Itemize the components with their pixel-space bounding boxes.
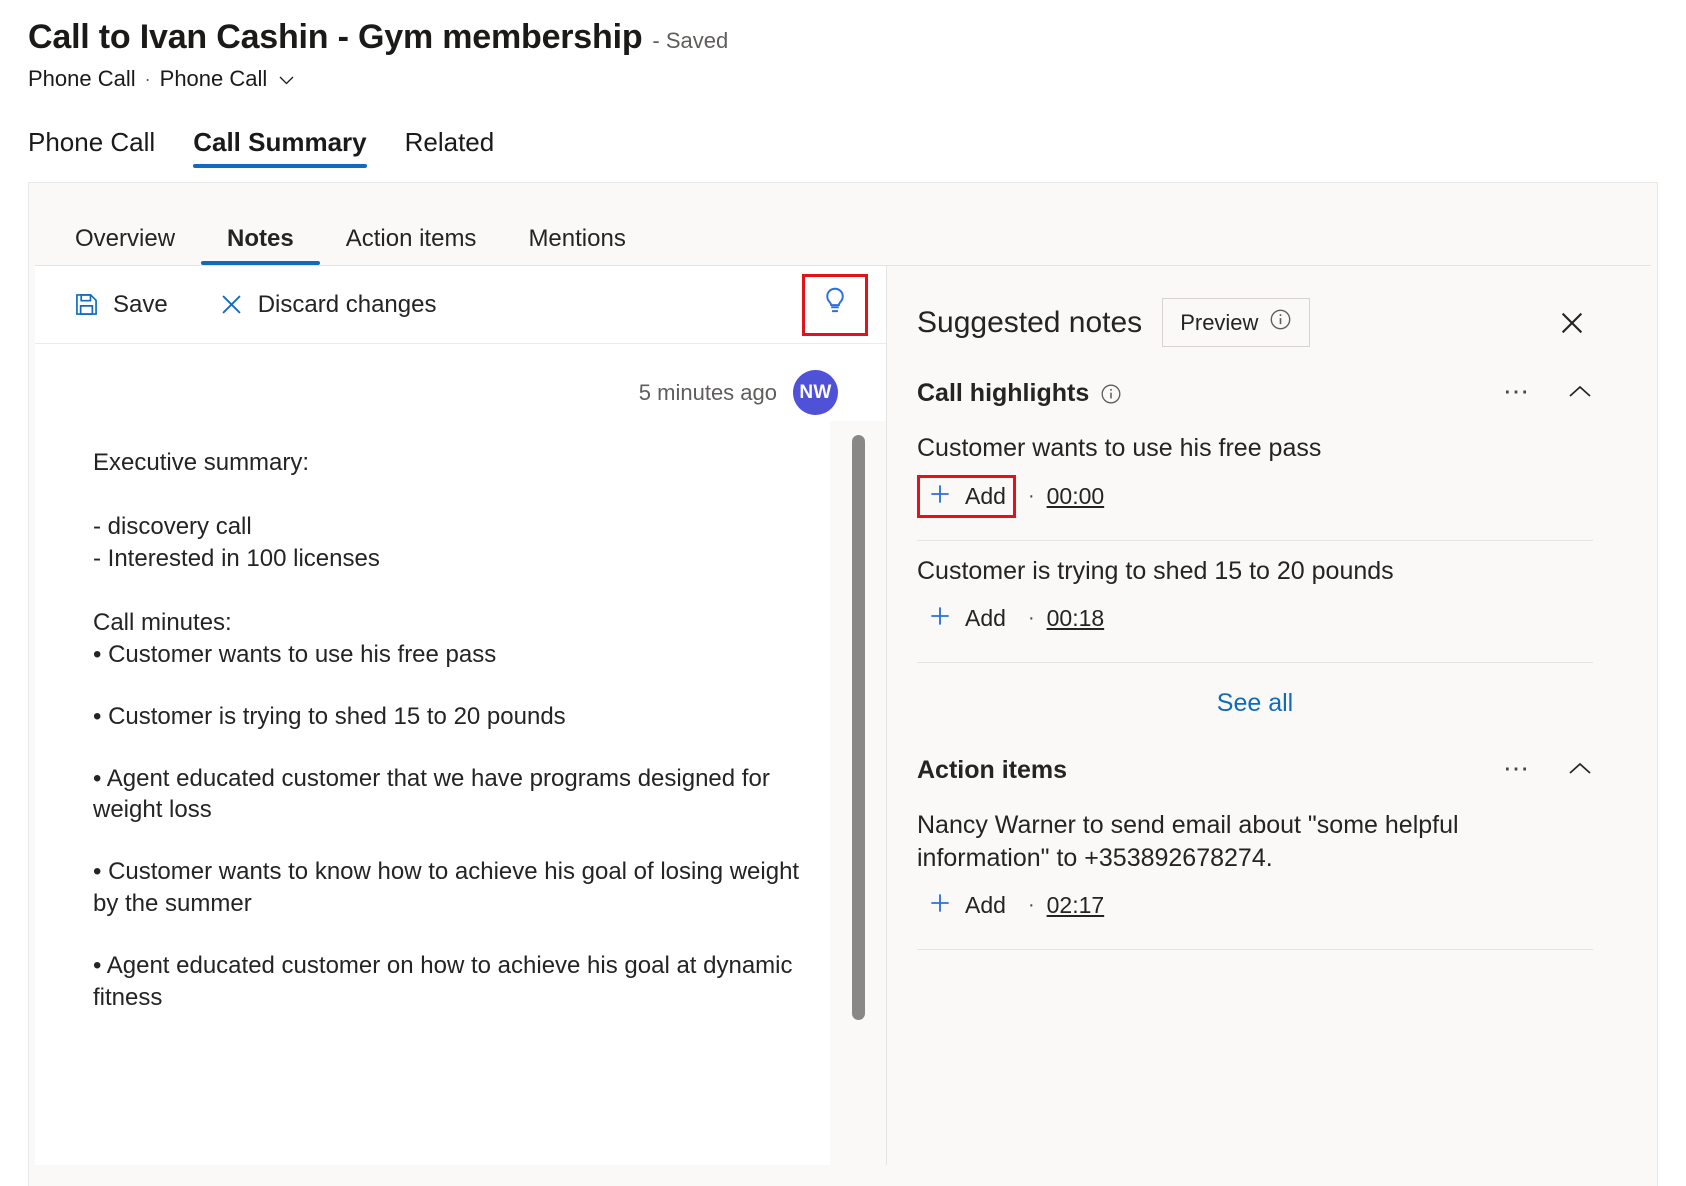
note-blank-line	[93, 479, 808, 511]
suggested-notes-title: Suggested notes	[917, 306, 1142, 340]
notes-pane: Save Discard changes	[35, 266, 887, 1165]
breadcrumb-entity: Phone Call	[28, 66, 136, 92]
timecode-link[interactable]: 02:17	[1047, 892, 1105, 919]
add-suggestion-button[interactable]: Add	[917, 884, 1016, 927]
note-line: • Agent educated customer that we have p…	[93, 763, 808, 827]
suggestion-item: Customer is trying to shed 15 to 20 poun…	[917, 541, 1651, 647]
suggestion-item: Nancy Warner to send email about "some h…	[917, 795, 1651, 933]
avatar: NW	[793, 370, 838, 415]
tab-phone-call[interactable]: Phone Call	[28, 129, 155, 168]
tab-notes[interactable]: Notes	[201, 227, 320, 265]
add-label: Add	[965, 605, 1006, 632]
note-meta: 5 minutes ago NW	[35, 344, 886, 421]
separator-dot: ·	[1028, 894, 1035, 917]
add-suggestion-button[interactable]: Add	[917, 475, 1016, 518]
note-line: Executive summary:	[93, 447, 808, 479]
notes-body-wrap: Executive summary: - discovery call - In…	[35, 421, 886, 1165]
plus-icon	[927, 603, 953, 634]
plus-icon	[927, 481, 953, 512]
note-line: • Customer wants to use his free pass	[93, 639, 808, 671]
tab-mentions[interactable]: Mentions	[502, 227, 651, 265]
save-button-label: Save	[113, 291, 168, 319]
suggested-notes-toggle-button[interactable]	[802, 274, 868, 336]
separator-dot: ·	[1028, 607, 1035, 630]
suggestion-text: Nancy Warner to send email about "some h…	[917, 809, 1587, 874]
save-status-label: - Saved	[652, 28, 728, 54]
tab-overview[interactable]: Overview	[49, 227, 201, 265]
record-header: Call to Ivan Cashin - Gym membership - S…	[0, 0, 1686, 92]
note-line: - discovery call	[93, 511, 808, 543]
notes-content-row: Save Discard changes	[35, 265, 1651, 1165]
breadcrumb-form: Phone Call	[160, 66, 268, 92]
suggestion-actions: Add · 02:17	[917, 884, 1587, 927]
suggestion-actions: Add · 00:00	[917, 475, 1587, 518]
timecode-link[interactable]: 00:18	[1047, 605, 1105, 632]
notes-scrollbar[interactable]	[830, 421, 886, 1165]
suggestion-actions: Add · 00:18	[917, 597, 1587, 640]
ellipsis-icon[interactable]: ⋯	[1503, 385, 1531, 398]
ellipsis-icon[interactable]: ⋯	[1503, 762, 1531, 775]
tab-call-summary[interactable]: Call Summary	[193, 129, 366, 168]
chevron-up-icon[interactable]	[1567, 384, 1593, 400]
notes-toolbar: Save Discard changes	[35, 266, 886, 344]
separator-dot: ·	[1028, 485, 1035, 508]
save-floppy-icon	[73, 291, 100, 318]
section-header-action-items: Action items ⋯	[917, 742, 1651, 795]
discard-changes-button[interactable]: Discard changes	[202, 283, 453, 327]
section-title: Action items	[917, 756, 1067, 785]
suggestion-text: Customer is trying to shed 15 to 20 poun…	[917, 555, 1587, 588]
note-line: • Customer wants to know how to achieve …	[93, 856, 808, 920]
call-summary-tab-list: Overview Notes Action items Mentions	[29, 183, 1657, 265]
see-all-row: See all	[917, 663, 1651, 742]
divider	[917, 949, 1593, 950]
note-blank-line	[93, 671, 808, 701]
breadcrumb-separator: ·	[145, 69, 151, 90]
close-x-icon	[218, 291, 245, 318]
note-blank-line	[93, 826, 808, 856]
note-blank-line	[93, 575, 808, 607]
suggested-notes-panel: Suggested notes Preview	[887, 266, 1651, 1165]
section-title: Call highlights	[917, 379, 1089, 408]
plus-icon	[927, 890, 953, 921]
chevron-down-icon[interactable]	[278, 69, 295, 86]
call-summary-card: Overview Notes Action items Mentions Sav…	[28, 182, 1658, 1186]
note-line: • Agent educated customer on how to achi…	[93, 950, 808, 1014]
note-timestamp: 5 minutes ago	[639, 380, 777, 406]
note-line: • Customer is trying to shed 15 to 20 po…	[93, 701, 808, 733]
see-all-link[interactable]: See all	[1217, 689, 1293, 718]
suggestion-item: Customer wants to use his free pass Add …	[917, 418, 1651, 524]
note-blank-line	[93, 733, 808, 763]
info-circle-icon[interactable]	[1100, 383, 1122, 405]
note-blank-line	[93, 920, 808, 950]
lightbulb-icon	[820, 286, 850, 323]
notes-text-editor[interactable]: Executive summary: - discovery call - In…	[35, 421, 830, 1165]
suggestion-text: Customer wants to use his free pass	[917, 432, 1587, 465]
scrollbar-track[interactable]	[850, 435, 866, 1020]
close-panel-button[interactable]	[1557, 308, 1587, 338]
add-label: Add	[965, 483, 1006, 510]
section-actions: ⋯	[1503, 761, 1593, 777]
discard-changes-label: Discard changes	[258, 291, 437, 319]
form-tab-list: Phone Call Call Summary Related	[0, 92, 1686, 168]
page-title: Call to Ivan Cashin - Gym membership	[28, 18, 642, 57]
record-title-line: Call to Ivan Cashin - Gym membership - S…	[28, 18, 1686, 57]
add-label: Add	[965, 892, 1006, 919]
section-actions: ⋯	[1503, 384, 1593, 400]
section-header-call-highlights: Call highlights ⋯	[917, 365, 1651, 418]
preview-label: Preview	[1180, 310, 1258, 336]
timecode-link[interactable]: 00:00	[1047, 483, 1105, 510]
add-suggestion-button[interactable]: Add	[917, 597, 1016, 640]
record-breadcrumb: Phone Call · Phone Call	[28, 66, 1686, 92]
info-circle-icon[interactable]	[1269, 308, 1292, 337]
tab-related[interactable]: Related	[405, 129, 495, 168]
note-line: Call minutes:	[93, 607, 808, 639]
suggested-notes-header: Suggested notes Preview	[917, 266, 1651, 365]
note-line: - Interested in 100 licenses	[93, 543, 808, 575]
tab-action-items[interactable]: Action items	[320, 227, 503, 265]
preview-badge[interactable]: Preview	[1162, 298, 1310, 347]
chevron-up-icon[interactable]	[1567, 761, 1593, 777]
scrollbar-thumb[interactable]	[852, 435, 865, 1020]
save-button[interactable]: Save	[57, 283, 184, 327]
